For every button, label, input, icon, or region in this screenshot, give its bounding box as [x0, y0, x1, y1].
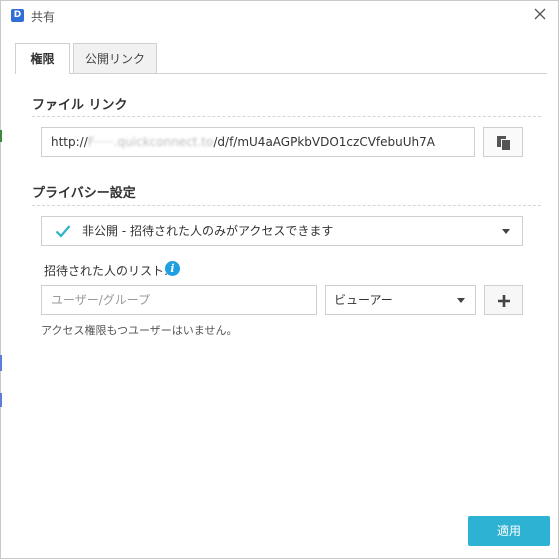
window-title: 共有 — [31, 10, 56, 24]
role-dropdown[interactable]: ビューアー — [325, 285, 476, 315]
background-edge — [0, 355, 2, 371]
copy-link-button[interactable] — [483, 127, 523, 157]
empty-invitee-message: アクセス権限もつユーザーはいません。 — [41, 324, 238, 337]
close-icon — [534, 8, 546, 20]
tab-bar: 権限 公開リンク — [15, 43, 547, 74]
background-edge — [0, 393, 2, 407]
file-link-field[interactable]: http://F·····.quickconnect.to/d/f/mU4aAG… — [41, 127, 475, 157]
share-dialog: D 共有 権限 公開リンク ファイル リンク http://F·····.qui… — [0, 0, 559, 559]
user-group-input[interactable] — [41, 285, 317, 315]
title-bar: D 共有 — [1, 1, 558, 31]
apply-button[interactable]: 適用 — [468, 516, 550, 546]
url-prefix: http:// — [51, 135, 88, 149]
url-hidden-host: F·····.quickconnect.to — [87, 135, 214, 149]
copy-icon — [497, 136, 510, 150]
app-logo-icon: D — [11, 9, 24, 22]
privacy-dropdown[interactable]: 非公開 - 招待された人のみがアクセスできます — [41, 216, 523, 246]
privacy-title: プライバシー設定 — [32, 186, 136, 201]
check-icon — [55, 225, 71, 238]
file-link-title: ファイル リンク — [32, 98, 128, 113]
divider — [32, 116, 541, 117]
privacy-selected-value: 非公開 - 招待された人のみがアクセスできます — [82, 224, 334, 238]
background-edge — [0, 130, 2, 142]
chevron-down-icon — [457, 298, 465, 303]
plus-icon — [498, 295, 510, 307]
add-invitee-button[interactable] — [484, 285, 523, 315]
divider — [32, 205, 541, 206]
url-path: /d/f/mU4aAGPkbVDO1czCVfebuUh7A — [213, 135, 435, 149]
chevron-down-icon — [502, 229, 510, 234]
tab-public-link[interactable]: 公開リンク — [73, 43, 157, 73]
invitee-list-label: 招待された人のリスト: — [44, 264, 169, 278]
info-icon[interactable]: i — [165, 261, 180, 276]
tab-permissions[interactable]: 権限 — [15, 43, 70, 74]
close-button[interactable] — [532, 6, 548, 22]
role-selected-value: ビューアー — [334, 293, 393, 307]
